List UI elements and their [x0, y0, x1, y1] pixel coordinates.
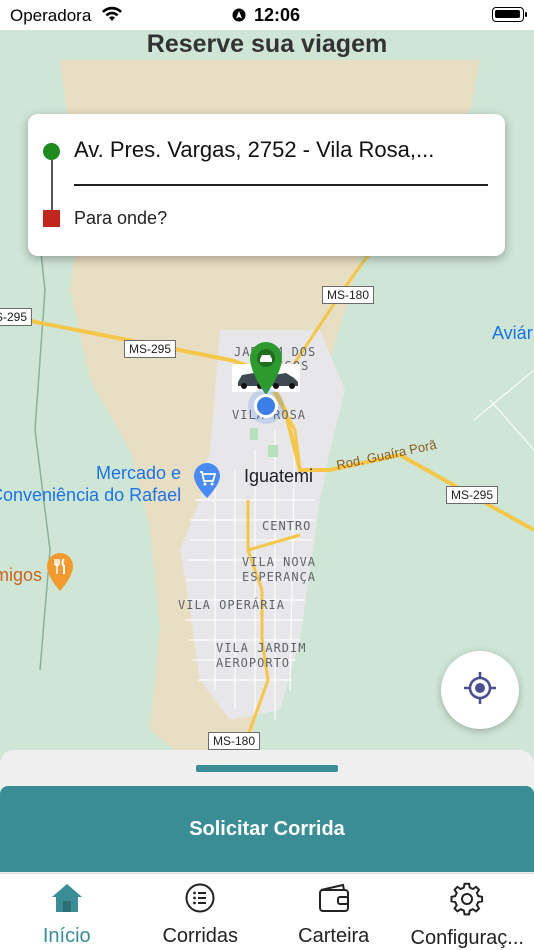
poi-label: Aviár	[492, 323, 533, 343]
road-shield: MS-295	[446, 486, 499, 504]
poi-label: Mercado e	[96, 463, 182, 483]
poi-label: migos	[0, 565, 43, 585]
tab-label: Início	[42, 925, 91, 947]
tab-label: Carteira	[298, 925, 370, 947]
home-icon	[50, 882, 84, 919]
road-shield: MS-180	[322, 286, 375, 304]
district-label: AEROPORTO	[216, 656, 291, 670]
district-label: VILA OPERÁRIA	[178, 598, 285, 612]
page-title: Reserve sua viagem	[146, 30, 388, 58]
tab-home[interactable]: Início	[0, 874, 134, 950]
trip-address-card: Av. Pres. Vargas, 2752 - Vila Rosa,... P…	[28, 114, 505, 256]
tab-settings[interactable]: Configuraç...	[401, 874, 534, 950]
origin-dot-icon	[43, 143, 60, 160]
origin-address-field[interactable]: Av. Pres. Vargas, 2752 - Vila Rosa,...	[74, 137, 434, 163]
tab-wallet[interactable]: Carteira	[267, 874, 401, 950]
sheet-drag-handle[interactable]	[196, 765, 338, 772]
road-shield: MS-295	[124, 340, 177, 358]
wallet-icon	[317, 882, 351, 919]
road-shield: MS-180	[208, 732, 261, 750]
wifi-icon	[101, 6, 123, 27]
road-shield: MS-295	[0, 308, 33, 326]
destination-input[interactable]: Para onde?	[74, 208, 167, 229]
carrier-label: Operadora	[10, 6, 92, 25]
crosshair-icon	[463, 671, 497, 710]
district-label: VILA JARDIM	[216, 641, 307, 655]
tab-rides[interactable]: Corridas	[134, 874, 268, 950]
district-label: VILA NOVA	[242, 555, 317, 569]
battery-icon	[492, 7, 527, 22]
clock: 12:06	[254, 5, 301, 25]
gear-icon	[450, 882, 484, 921]
district-label: ESPERANÇA	[242, 570, 317, 584]
tab-bar: Início Corridas Carteira Configuraç...	[0, 873, 534, 950]
request-ride-button[interactable]: Solicitar Corrida	[0, 786, 534, 872]
bottom-sheet: Solicitar Corrida	[0, 750, 534, 875]
route-connector	[51, 160, 53, 210]
location-services-icon	[232, 8, 246, 27]
status-bar: Operadora 12:06	[0, 0, 534, 30]
recenter-location-button[interactable]	[441, 651, 519, 729]
poi-label: Conveniência do Rafael	[0, 485, 182, 505]
card-divider	[74, 184, 488, 186]
destination-square-icon	[43, 210, 60, 227]
district-label: CENTRO	[262, 519, 312, 533]
tab-label: Corridas	[162, 925, 239, 947]
list-icon	[184, 882, 216, 919]
tab-label: Configuraç...	[410, 927, 524, 949]
town-label: Iguatemi	[244, 466, 314, 486]
current-location-dot	[254, 394, 278, 418]
